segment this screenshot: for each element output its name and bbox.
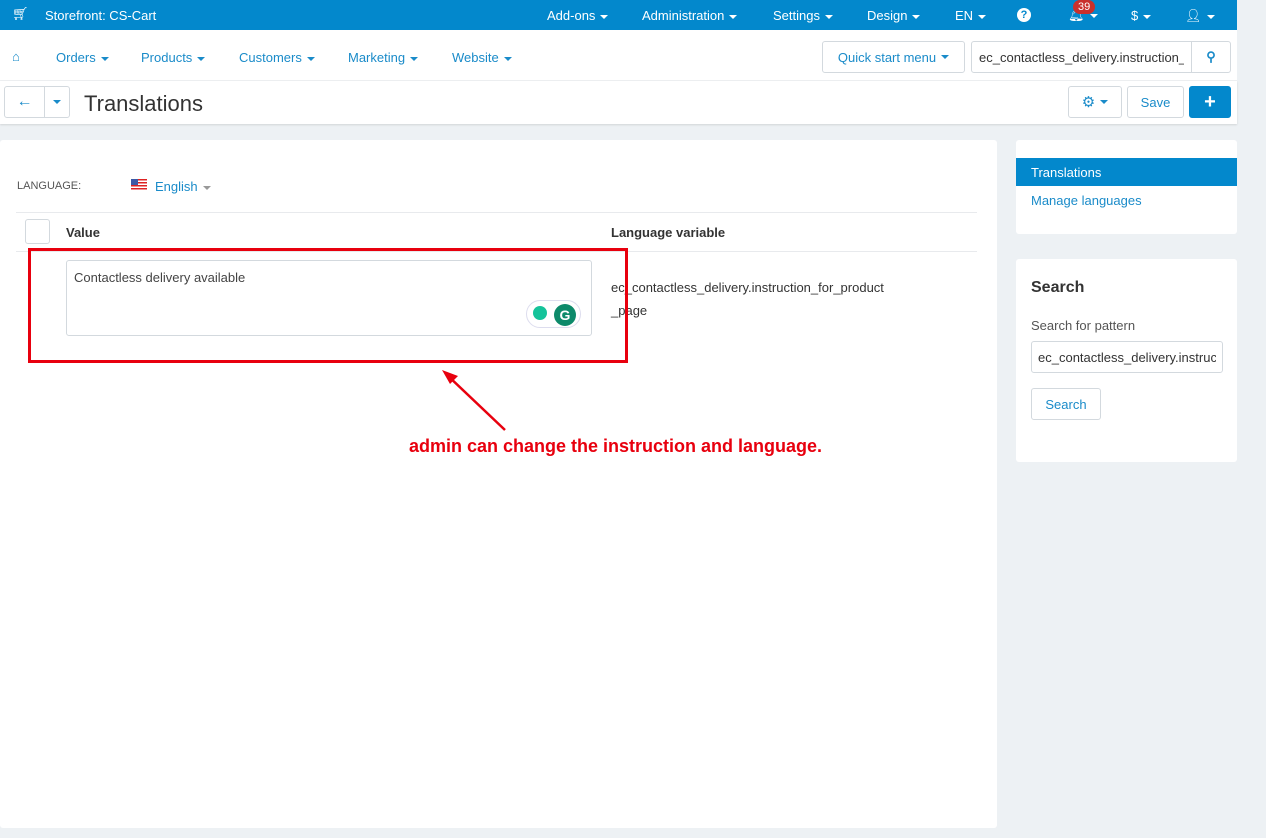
add-button[interactable]: + <box>1189 86 1231 118</box>
menu-label: $ <box>1131 8 1139 23</box>
variable-name: ec_contactless_delivery.instruction_for_… <box>611 280 884 295</box>
language-value: English <box>155 179 198 194</box>
menu-label: Administration <box>642 8 725 23</box>
menu-label: EN <box>955 8 974 23</box>
storefront-link[interactable]: Storefront: CS-Cart <box>45 8 156 23</box>
search-pattern-input[interactable] <box>1031 341 1223 373</box>
history-dropdown-button[interactable] <box>44 86 70 118</box>
main-nav: ⌂ Orders Products Customers Marketing We… <box>0 30 1237 81</box>
menu-addons[interactable]: Add-ons <box>547 8 609 23</box>
menu-design[interactable]: Design <box>867 8 921 23</box>
quick-start-label: Quick start menu <box>837 49 937 65</box>
sidebar-nav: Translations Manage languages <box>1016 140 1237 234</box>
search-title: Search <box>1031 279 1085 296</box>
nav-label: Website <box>452 50 499 65</box>
search-pattern-label: Search for pattern <box>1031 318 1136 333</box>
main-panel: LANGUAGE: English Value Language variabl… <box>0 140 997 828</box>
nav-website[interactable]: Website <box>452 50 512 65</box>
select-all-checkbox[interactable] <box>25 219 50 244</box>
search-button[interactable]: Search <box>1031 388 1101 420</box>
notification-badge: 39 <box>1073 0 1096 14</box>
global-search-input[interactable] <box>971 41 1192 73</box>
cart-icon[interactable]: 🛒︎ <box>12 6 29 22</box>
nav-label: Orders <box>56 50 96 65</box>
menu-label: Design <box>867 8 908 23</box>
language-label: LANGUAGE: <box>17 180 82 192</box>
nav-label: Marketing <box>348 50 406 65</box>
us-flag-icon <box>131 179 147 190</box>
annotation-highlight-box <box>28 248 628 363</box>
sidebar-item-translations[interactable]: Translations <box>1016 158 1237 186</box>
language-selector[interactable]: English <box>155 179 211 194</box>
divider <box>16 212 977 213</box>
top-bar: 🛒︎ Storefront: CS-Cart Add-ons Administr… <box>0 0 1237 30</box>
back-arrow-icon[interactable]: ← <box>4 86 45 118</box>
menu-language[interactable]: EN <box>955 8 987 23</box>
help-icon[interactable]: ? <box>1017 8 1031 22</box>
column-header-variable: Language variable <box>611 225 726 240</box>
annotation-text: admin can change the instruction and lan… <box>409 436 823 456</box>
toolbar: ← Translations ⚙ Save + <box>0 81 1237 124</box>
nav-marketing[interactable]: Marketing <box>348 50 419 65</box>
home-icon[interactable]: ⌂ <box>12 49 20 64</box>
menu-label: Settings <box>773 8 820 23</box>
search-icon[interactable]: ⚲ <box>1191 41 1231 73</box>
quick-start-menu-button[interactable]: Quick start menu <box>822 41 965 73</box>
menu-administration[interactable]: Administration <box>642 8 738 23</box>
search-panel: Search Search for pattern Search <box>1016 259 1237 462</box>
nav-label: Customers <box>239 50 302 65</box>
gear-icon[interactable]: ⚙ <box>1068 86 1122 118</box>
nav-label: Products <box>141 50 193 65</box>
column-header-value: Value <box>66 225 100 240</box>
page-title: Translations <box>84 91 204 116</box>
save-button[interactable]: Save <box>1127 86 1184 118</box>
sidebar-item-manage-languages[interactable]: Manage languages <box>1031 193 1142 208</box>
menu-currency[interactable]: $ <box>1131 8 1152 23</box>
menu-label: Add-ons <box>547 8 596 23</box>
annotation-arrow <box>442 370 506 431</box>
nav-customers[interactable]: Customers <box>239 50 315 65</box>
nav-products[interactable]: Products <box>141 50 206 65</box>
user-icon[interactable]: 👤︎ <box>1185 8 1215 24</box>
nav-orders[interactable]: Orders <box>56 50 109 65</box>
menu-settings[interactable]: Settings <box>773 8 833 23</box>
